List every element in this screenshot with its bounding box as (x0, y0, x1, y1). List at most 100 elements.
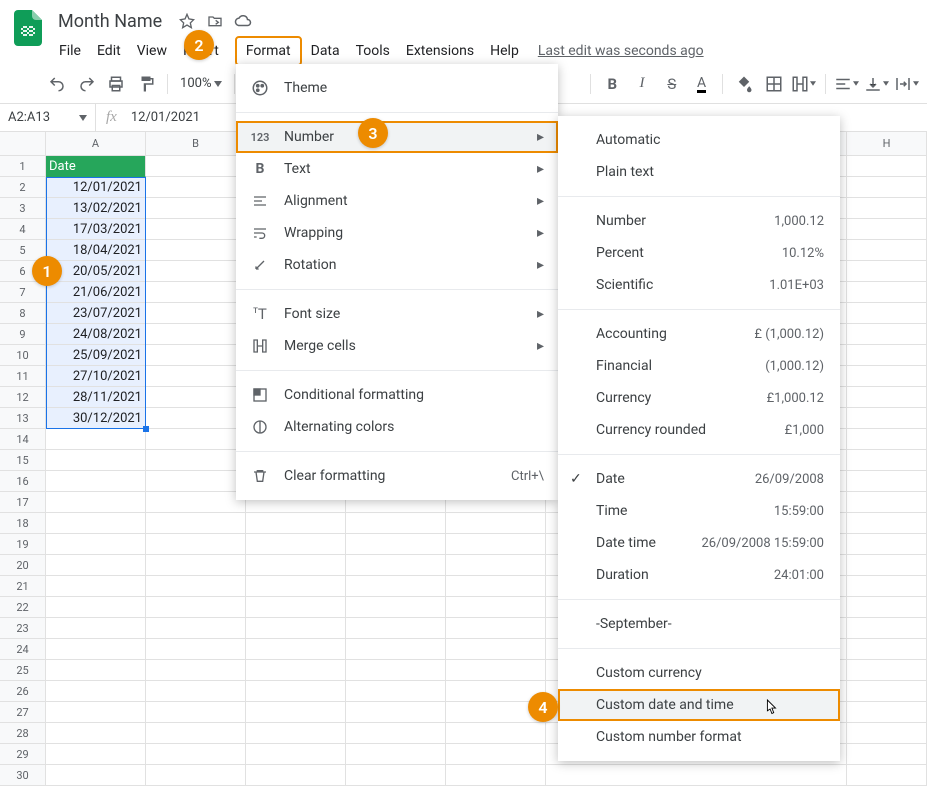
cell[interactable] (146, 366, 246, 387)
cell[interactable] (146, 177, 246, 198)
cell[interactable] (46, 618, 146, 639)
cell-date[interactable]: 25/09/2021 (46, 345, 146, 366)
menu-merge[interactable]: Merge cells▸ (236, 330, 558, 362)
cell[interactable] (146, 450, 246, 471)
row-head[interactable]: 29 (0, 744, 46, 765)
cell[interactable] (146, 408, 246, 429)
cell[interactable] (46, 534, 146, 555)
doc-title[interactable]: Month Name (52, 9, 168, 34)
cell[interactable] (346, 744, 446, 765)
row-head[interactable]: 20 (0, 555, 46, 576)
cell[interactable] (246, 744, 346, 765)
row-head[interactable]: 28 (0, 723, 46, 744)
print-button[interactable] (104, 70, 130, 98)
cell[interactable] (847, 366, 927, 387)
bold-button[interactable]: B (599, 70, 625, 98)
cell[interactable] (46, 555, 146, 576)
cell[interactable] (346, 702, 446, 723)
cell[interactable] (847, 576, 927, 597)
row-head[interactable]: 30 (0, 765, 46, 786)
cell[interactable] (146, 219, 246, 240)
row-head[interactable]: 15 (0, 450, 46, 471)
row-head[interactable]: 17 (0, 492, 46, 513)
cell[interactable] (847, 513, 927, 534)
cell-date[interactable]: 17/03/2021 (46, 219, 146, 240)
cell[interactable] (847, 429, 927, 450)
menu-theme[interactable]: Theme (236, 72, 558, 104)
cell[interactable] (847, 261, 927, 282)
cell[interactable] (146, 597, 246, 618)
row-head[interactable]: 25 (0, 660, 46, 681)
row-head[interactable]: 21 (0, 576, 46, 597)
cell[interactable] (46, 576, 146, 597)
menu-tools[interactable]: Tools (349, 39, 397, 63)
cell[interactable] (847, 723, 927, 744)
cell[interactable] (847, 156, 927, 177)
fill-color-button[interactable] (731, 70, 757, 98)
row-head[interactable]: 26 (0, 681, 46, 702)
cell[interactable] (146, 765, 246, 786)
nm-number[interactable]: Number1,000.12 (558, 205, 840, 237)
cell[interactable] (146, 198, 246, 219)
cell[interactable] (46, 744, 146, 765)
cell[interactable] (146, 303, 246, 324)
row-head[interactable]: 8 (0, 303, 46, 324)
cell[interactable] (246, 681, 346, 702)
nm-scientific[interactable]: Scientific1.01E+03 (558, 269, 840, 301)
row-head[interactable]: 19 (0, 534, 46, 555)
row-head[interactable]: 14 (0, 429, 46, 450)
cell[interactable] (847, 618, 927, 639)
cell[interactable] (847, 534, 927, 555)
paint-format-button[interactable] (133, 70, 159, 98)
merge-button[interactable] (791, 70, 817, 98)
cell[interactable] (46, 597, 146, 618)
move-icon[interactable] (206, 12, 224, 30)
cell[interactable] (246, 765, 346, 786)
wrap-button[interactable] (893, 70, 919, 98)
cell[interactable] (146, 492, 246, 513)
cell[interactable] (847, 198, 927, 219)
cell[interactable] (847, 660, 927, 681)
cloud-icon[interactable] (234, 12, 252, 30)
cell[interactable] (246, 597, 346, 618)
cell[interactable] (146, 723, 246, 744)
cell[interactable] (46, 702, 146, 723)
nm-plain[interactable]: Plain text (558, 156, 840, 188)
cell[interactable] (847, 702, 927, 723)
col-h[interactable]: H (847, 132, 927, 155)
cell[interactable] (346, 513, 446, 534)
cell[interactable] (446, 765, 546, 786)
nm-duration[interactable]: Duration24:01:00 (558, 559, 840, 591)
cell-date[interactable]: 13/02/2021 (46, 198, 146, 219)
cell[interactable] (847, 324, 927, 345)
nm-accounting[interactable]: Accounting£ (1,000.12) (558, 318, 840, 350)
menu-text[interactable]: BText▸ (236, 153, 558, 185)
cell[interactable] (46, 492, 146, 513)
row-head[interactable]: 4 (0, 219, 46, 240)
menu-edit[interactable]: Edit (90, 39, 128, 63)
cell[interactable] (346, 576, 446, 597)
cell[interactable] (847, 450, 927, 471)
redo-button[interactable] (74, 70, 100, 98)
cell[interactable] (146, 345, 246, 366)
cell-date[interactable]: 21/06/2021 (46, 282, 146, 303)
cell[interactable] (446, 639, 546, 660)
cell[interactable] (146, 576, 246, 597)
cell[interactable] (847, 471, 927, 492)
cell[interactable] (146, 618, 246, 639)
row-head[interactable]: 10 (0, 345, 46, 366)
cell[interactable] (847, 177, 927, 198)
row-head[interactable]: 9 (0, 324, 46, 345)
menu-format[interactable]: Format (235, 36, 302, 66)
cell-a1[interactable]: Date (46, 156, 146, 177)
menu-help[interactable]: Help (483, 39, 526, 63)
cell-date[interactable]: 28/11/2021 (46, 387, 146, 408)
cell[interactable] (246, 639, 346, 660)
menu-extensions[interactable]: Extensions (399, 39, 481, 63)
row-head[interactable]: 13 (0, 408, 46, 429)
cell[interactable] (146, 681, 246, 702)
cell[interactable] (346, 765, 446, 786)
row-head[interactable]: 12 (0, 387, 46, 408)
menu-clear[interactable]: Clear formattingCtrl+\ (236, 460, 558, 492)
menu-wrapping[interactable]: Wrapping▸ (236, 217, 558, 249)
